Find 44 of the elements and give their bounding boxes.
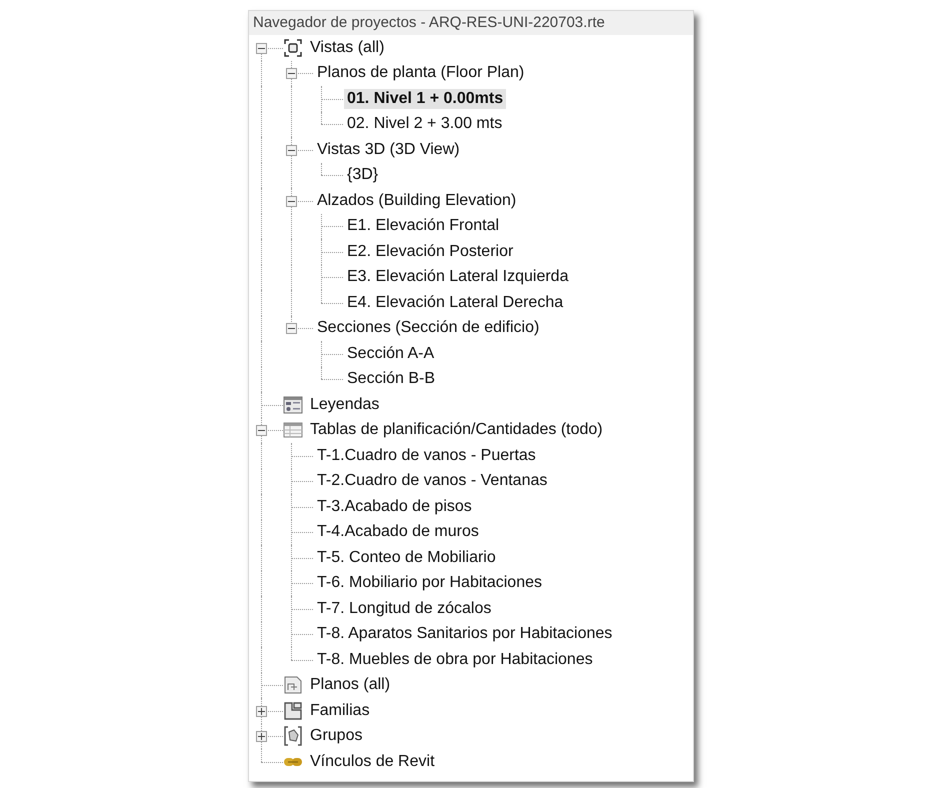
tree-item[interactable]: E1. Elevación Frontal [344, 216, 502, 236]
collapse-toggle[interactable] [286, 68, 297, 80]
tree-item[interactable]: T-5. Conteo de Mobiliario [314, 548, 499, 568]
tree-item[interactable]: E2. Elevación Posterior [344, 242, 516, 262]
tree-item[interactable]: 01. Nivel 1 + 0.00mts [344, 88, 506, 109]
tree-item[interactable]: T-8. Aparatos Sanitarios por Habitaciones [314, 624, 616, 644]
tree-item[interactable]: Familias [307, 700, 373, 721]
collapse-toggle[interactable] [286, 323, 297, 334]
tree-item[interactable]: T-2.Cuadro de vanos - Ventanas [314, 471, 550, 492]
tree-item[interactable]: Alzados (Building Elevation) [314, 190, 520, 211]
expand-toggle[interactable] [256, 731, 267, 742]
tree-item[interactable]: Sección A-A [344, 344, 438, 364]
views-icon [283, 38, 303, 58]
tree-item[interactable]: E4. Elevación Lateral Derecha [344, 292, 566, 313]
tree-item[interactable]: T-6. Mobiliario por Habitaciones [314, 573, 545, 594]
legend-icon [283, 394, 303, 415]
panel-title: Navegador de proyectos - ARQ-RES-UNI-220703.rte [249, 11, 693, 35]
collapse-toggle[interactable] [286, 196, 297, 207]
tree-item[interactable]: Tablas de planificación/Cantidades (todo) [307, 420, 606, 440]
tree-item[interactable]: Planos (all) [307, 675, 394, 696]
tree-item[interactable]: Grupos [307, 726, 366, 746]
tree-item[interactable]: Vínculos de Revit [307, 752, 438, 772]
tree-item[interactable]: Secciones (Sección de edificio) [314, 318, 542, 338]
tree-item[interactable]: T-7. Longitud de zócalos [314, 598, 494, 619]
tree-item[interactable]: Leyendas [307, 394, 382, 415]
tree-item[interactable]: Vistas 3D (3D View) [314, 140, 463, 160]
family-icon [283, 700, 303, 721]
tree-item[interactable]: Sección B-B [344, 369, 438, 390]
collapse-toggle[interactable] [256, 425, 267, 436]
tree-item[interactable]: T-1.Cuadro de vanos - Puertas [314, 446, 539, 466]
sheet-icon [283, 675, 303, 696]
table-icon [283, 420, 303, 440]
tree-item[interactable]: T-8. Muebles de obra por Habitaciones [314, 650, 596, 670]
group-icon [283, 726, 303, 746]
tree-item[interactable]: E3. Elevación Lateral Izquierda [344, 267, 572, 288]
tree-item[interactable]: Vistas (all) [307, 38, 388, 58]
tree-item[interactable]: 02. Nivel 2 + 3.00 mts [344, 114, 506, 134]
tree-item[interactable]: T-3.Acabado de pisos [314, 496, 475, 517]
tree-item[interactable]: Planos de planta (Floor Plan) [314, 63, 528, 84]
collapse-toggle[interactable] [286, 144, 297, 156]
collapse-toggle[interactable] [256, 42, 267, 54]
tree-item[interactable]: T-4.Acabado de muros [314, 522, 482, 542]
tree-item[interactable]: {3D} [344, 165, 382, 186]
expand-toggle[interactable] [256, 706, 267, 717]
